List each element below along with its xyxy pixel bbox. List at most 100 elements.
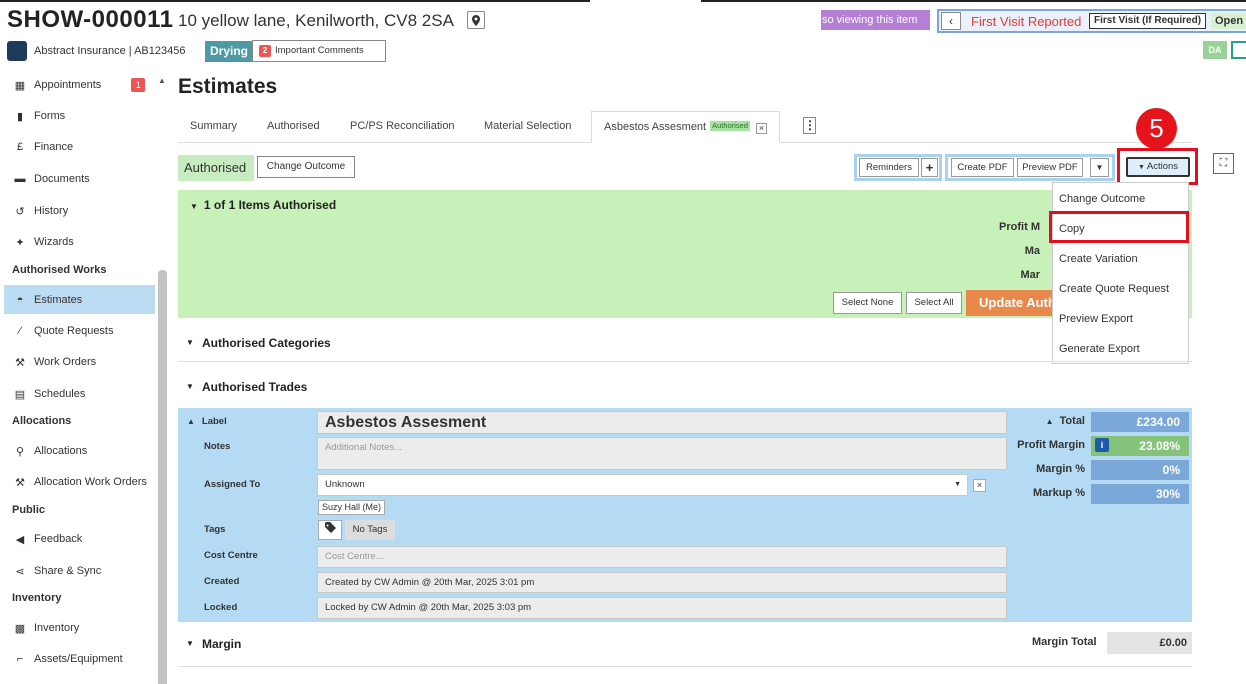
- close-icon[interactable]: ×: [755, 123, 767, 134]
- sidebar-item-wizards[interactable]: ✦ Wizards: [4, 229, 155, 255]
- caret-down-icon: ▼: [190, 202, 198, 211]
- sidebar-item-share-sync[interactable]: ⋖ Share & Sync: [4, 558, 155, 584]
- tag-icon: [324, 522, 336, 533]
- sidebar-item-estimates[interactable]: ◓ Estimates: [4, 285, 155, 314]
- authorised-trades-header[interactable]: ▼ Authorised Trades: [178, 370, 1192, 406]
- sidebar-item-inventory[interactable]: ▩ Inventory: [4, 615, 155, 641]
- fullscreen-icon[interactable]: ⛶: [1213, 153, 1234, 174]
- markup-pct-value: 30%: [1091, 484, 1189, 504]
- sidebar-item-label: Schedules: [34, 388, 86, 400]
- update-authorised-button[interactable]: Update Auth: [966, 290, 1066, 316]
- assigned-to-select[interactable]: Unknown ▼: [317, 474, 968, 496]
- profit-margin-label: Profit Margin: [1017, 439, 1085, 451]
- estimate-tabs: Summary Authorised PC/PS Reconciliation …: [178, 111, 1192, 143]
- first-visit-badge: First Visit (If Required): [1089, 13, 1207, 29]
- tab-asbestos-assesment[interactable]: Asbestos Assesment Authorised ×: [591, 111, 780, 143]
- authorised-items-title[interactable]: ▼ 1 of 1 Items Authorised: [190, 198, 336, 212]
- tab-summary[interactable]: Summary: [190, 111, 237, 143]
- label-input[interactable]: Asbestos Assesment: [317, 411, 1007, 434]
- markup-pct-label: Markup %: [1033, 487, 1085, 499]
- user-avatar[interactable]: DA: [1203, 41, 1227, 59]
- tab-material-selection[interactable]: Material Selection: [484, 111, 571, 143]
- sidebar-section-allocations: Allocations: [12, 415, 72, 427]
- preview-pdf-button[interactable]: Preview PDF: [1017, 158, 1083, 177]
- sidebar-item-finance[interactable]: £ Finance: [4, 134, 155, 160]
- sidebar-item-assets[interactable]: ⌐ Assets/Equipment: [4, 646, 155, 672]
- actions-label: Actions: [1146, 161, 1179, 172]
- notes-textarea[interactable]: Additional Notes...: [317, 437, 1007, 470]
- hammer-icon: ⚒: [15, 476, 25, 489]
- locked-label: Locked: [204, 602, 238, 613]
- job-status: First Visit Reported: [971, 14, 1082, 29]
- create-pdf-button[interactable]: Create PDF: [951, 158, 1014, 177]
- job-address: 10 yellow lane, Kenilworth, CV8 2SA: [178, 11, 454, 30]
- more-options-icon[interactable]: ⋮: [803, 117, 816, 134]
- pdf-dropdown-button[interactable]: ▼: [1090, 158, 1109, 177]
- sidebar-item-appointments[interactable]: ▦ Appointments 1: [4, 72, 155, 98]
- label-row-label[interactable]: ▲ Label: [187, 416, 227, 427]
- job-id: SHOW-000011: [7, 6, 174, 33]
- total-label[interactable]: ▲ Total: [1046, 415, 1085, 427]
- sidebar-item-forms[interactable]: ▮ Forms: [4, 103, 155, 129]
- sidebar-item-schedules[interactable]: ▤ Schedules: [4, 381, 155, 407]
- status-back-button[interactable]: ‹: [941, 12, 961, 30]
- menu-item-create-variation[interactable]: Create Variation: [1053, 244, 1188, 274]
- sidebar-item-allocation-work-orders[interactable]: ⚒ Allocation Work Orders: [4, 469, 155, 495]
- total-value: £234.00: [1091, 412, 1189, 432]
- sidebar-scrollbar[interactable]: [158, 270, 167, 684]
- secondary-avatar[interactable]: [1231, 41, 1246, 59]
- tag-button[interactable]: [318, 520, 342, 540]
- viewing-notice: so viewing this item: [821, 10, 930, 30]
- sidebar-item-history[interactable]: ↺ History: [4, 198, 155, 224]
- important-comments-button[interactable]: 2 Important Comments: [252, 40, 386, 62]
- scroll-up-icon[interactable]: ▲: [158, 76, 166, 85]
- sidebar-item-quote-requests[interactable]: ⁄ Quote Requests: [4, 318, 155, 344]
- insurer-name: Abstract Insurance | AB123456: [34, 45, 186, 57]
- select-all-button[interactable]: Select All: [906, 292, 962, 314]
- appointments-count-badge: 1: [131, 78, 146, 92]
- top-divider: [0, 0, 590, 2]
- clear-assigned-icon[interactable]: ×: [973, 479, 986, 492]
- sidebar-item-label: Forms: [34, 110, 66, 122]
- no-tags-chip: No Tags: [345, 520, 395, 540]
- folder-icon: ▬: [14, 173, 26, 185]
- assign-suggestion[interactable]: Suzy Hall (Me): [318, 500, 386, 515]
- menu-item-change-outcome[interactable]: Change Outcome: [1053, 184, 1188, 214]
- sidebar-item-documents[interactable]: ▬ Documents: [4, 166, 155, 192]
- actions-button[interactable]: ▼ Actions: [1126, 157, 1190, 177]
- section-label: Authorised Trades: [202, 380, 308, 394]
- cost-centre-input[interactable]: Cost Centre...: [317, 546, 1007, 568]
- sidebar-item-feedback[interactable]: ◀ Feedback: [4, 526, 155, 552]
- add-reminder-button[interactable]: +: [921, 158, 938, 177]
- map-pin-icon: [472, 14, 480, 26]
- caret-down-icon: ▼: [186, 639, 194, 648]
- change-outcome-button[interactable]: Change Outcome: [257, 156, 355, 178]
- open-badge: Open: [1211, 13, 1246, 29]
- created-value: Created by CW Admin @ 20th Mar, 2025 3:0…: [317, 572, 1007, 593]
- sidebar-item-allocations[interactable]: ⚲ Allocations: [4, 438, 155, 464]
- authorised-categories-header[interactable]: ▼ Authorised Categories: [178, 326, 1192, 362]
- sidebar-item-work-orders[interactable]: ⚒ Work Orders: [4, 349, 155, 375]
- file-icon: ▮: [16, 110, 24, 123]
- caret-up-icon: ▲: [187, 417, 195, 426]
- status-bar: ‹ First Visit Reported First Visit (If R…: [937, 9, 1246, 33]
- trade-detail-panel: ▲ Label Asbestos Assesment Notes Addition…: [178, 408, 1192, 622]
- important-count: 2: [259, 45, 271, 57]
- reminders-button[interactable]: Reminders: [859, 158, 919, 177]
- menu-item-create-quote-request[interactable]: Create Quote Request: [1053, 274, 1188, 304]
- margin-total-label: Margin Total: [1032, 636, 1097, 648]
- sidebar-item-label: Finance: [34, 141, 74, 153]
- map-pin-button[interactable]: [467, 11, 485, 29]
- step-number-marker: 5: [1136, 108, 1177, 149]
- chevron-left-icon: ‹: [949, 14, 953, 28]
- megaphone-icon: ◀: [15, 533, 25, 546]
- margin-pct-value: 0%: [1091, 460, 1189, 480]
- top-divider: [701, 0, 1246, 2]
- sidebar-item-label: Allocations: [34, 445, 88, 457]
- tab-authorised[interactable]: Authorised: [267, 111, 320, 143]
- info-icon[interactable]: i: [1095, 438, 1109, 452]
- sidebar-item-label: Work Orders: [34, 356, 97, 368]
- select-none-button[interactable]: Select None: [833, 292, 902, 314]
- tab-pcps-reconciliation[interactable]: PC/PS Reconciliation: [350, 111, 455, 143]
- cost-centre-placeholder: Cost Centre...: [325, 551, 384, 562]
